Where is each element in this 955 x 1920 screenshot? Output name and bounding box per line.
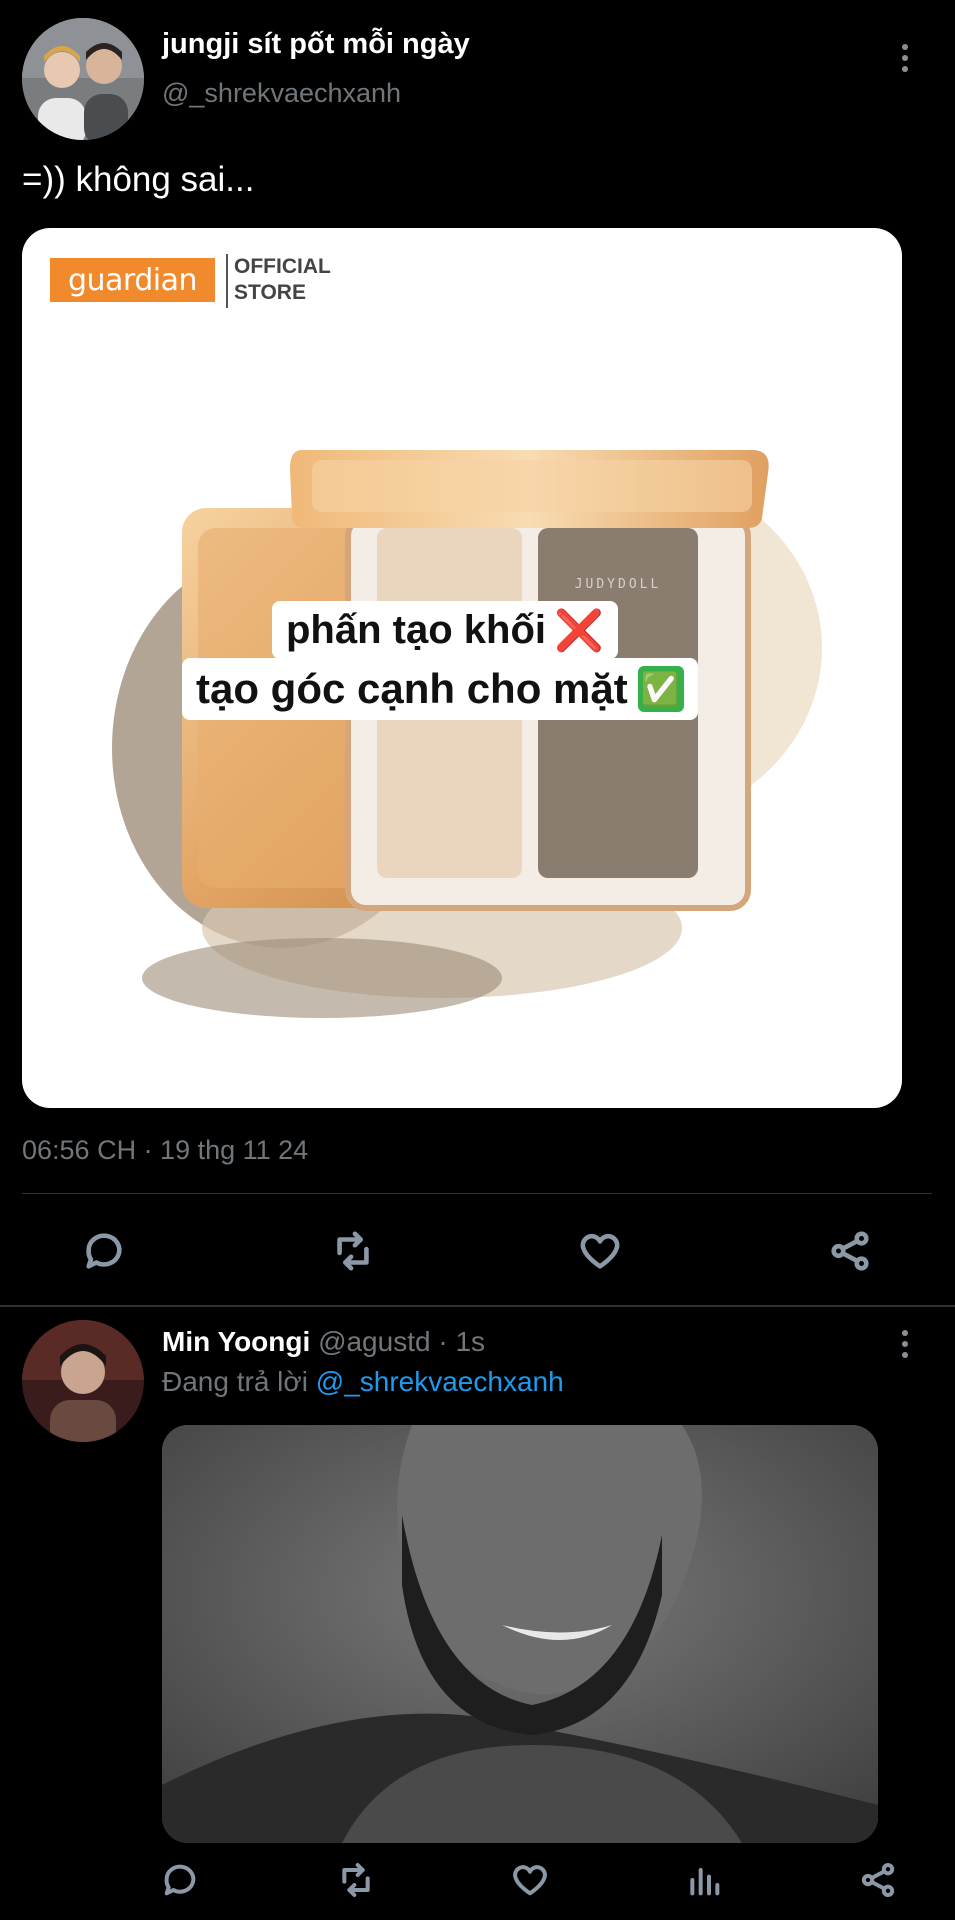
caption-line1-text: phấn tạo khối [286,607,546,652]
tweet-text: =)) không sai... [22,160,255,199]
divider [22,1193,932,1194]
tweet-image[interactable]: guardian OFFICIAL STORE JUDYDOLL phấn tạ… [22,228,902,1108]
reply-more-options-icon[interactable] [900,1330,910,1358]
palette-brand-print: JUDYDOLL [575,577,662,592]
reply-handle-time[interactable]: @agustd · 1s [318,1326,485,1357]
tweet-timestamp[interactable]: 06:56 CH · 19 thg 11 24 [22,1135,308,1166]
author-handle[interactable]: @_shrekvaechxanh [162,78,401,109]
image-caption-line1: phấn tạo khối ❌ [272,601,618,659]
reply-display-name[interactable]: Min Yoongi [162,1326,310,1357]
replying-to-prefix: Đang trả lời [162,1366,308,1397]
author-avatar[interactable] [22,18,144,140]
retweet-icon[interactable] [327,1225,379,1277]
reply-icon[interactable] [78,1225,130,1277]
more-options-icon[interactable] [900,44,910,72]
reply-retweet-icon[interactable] [332,1856,380,1904]
replying-to-link[interactable]: @_shrekvaechxanh [316,1366,564,1397]
caption-line2-text: tạo góc cạnh cho mặt [196,665,628,712]
like-icon[interactable] [574,1225,626,1277]
reply-author-avatar[interactable] [22,1320,144,1442]
reply-image[interactable] [162,1425,878,1843]
share-icon[interactable] [824,1225,876,1277]
author-display-name[interactable]: jungji sít pốt mỗi ngày [162,28,470,61]
reply-reply-icon[interactable] [156,1856,204,1904]
check-mark-icon: ✅ [637,666,684,712]
cross-mark-icon: ❌ [554,608,604,653]
reply-like-icon[interactable] [506,1856,554,1904]
reply-share-icon[interactable] [854,1856,902,1904]
image-caption-line2: tạo góc cạnh cho mặt ✅ [182,658,698,720]
section-divider [0,1305,955,1307]
views-icon[interactable] [680,1856,728,1904]
